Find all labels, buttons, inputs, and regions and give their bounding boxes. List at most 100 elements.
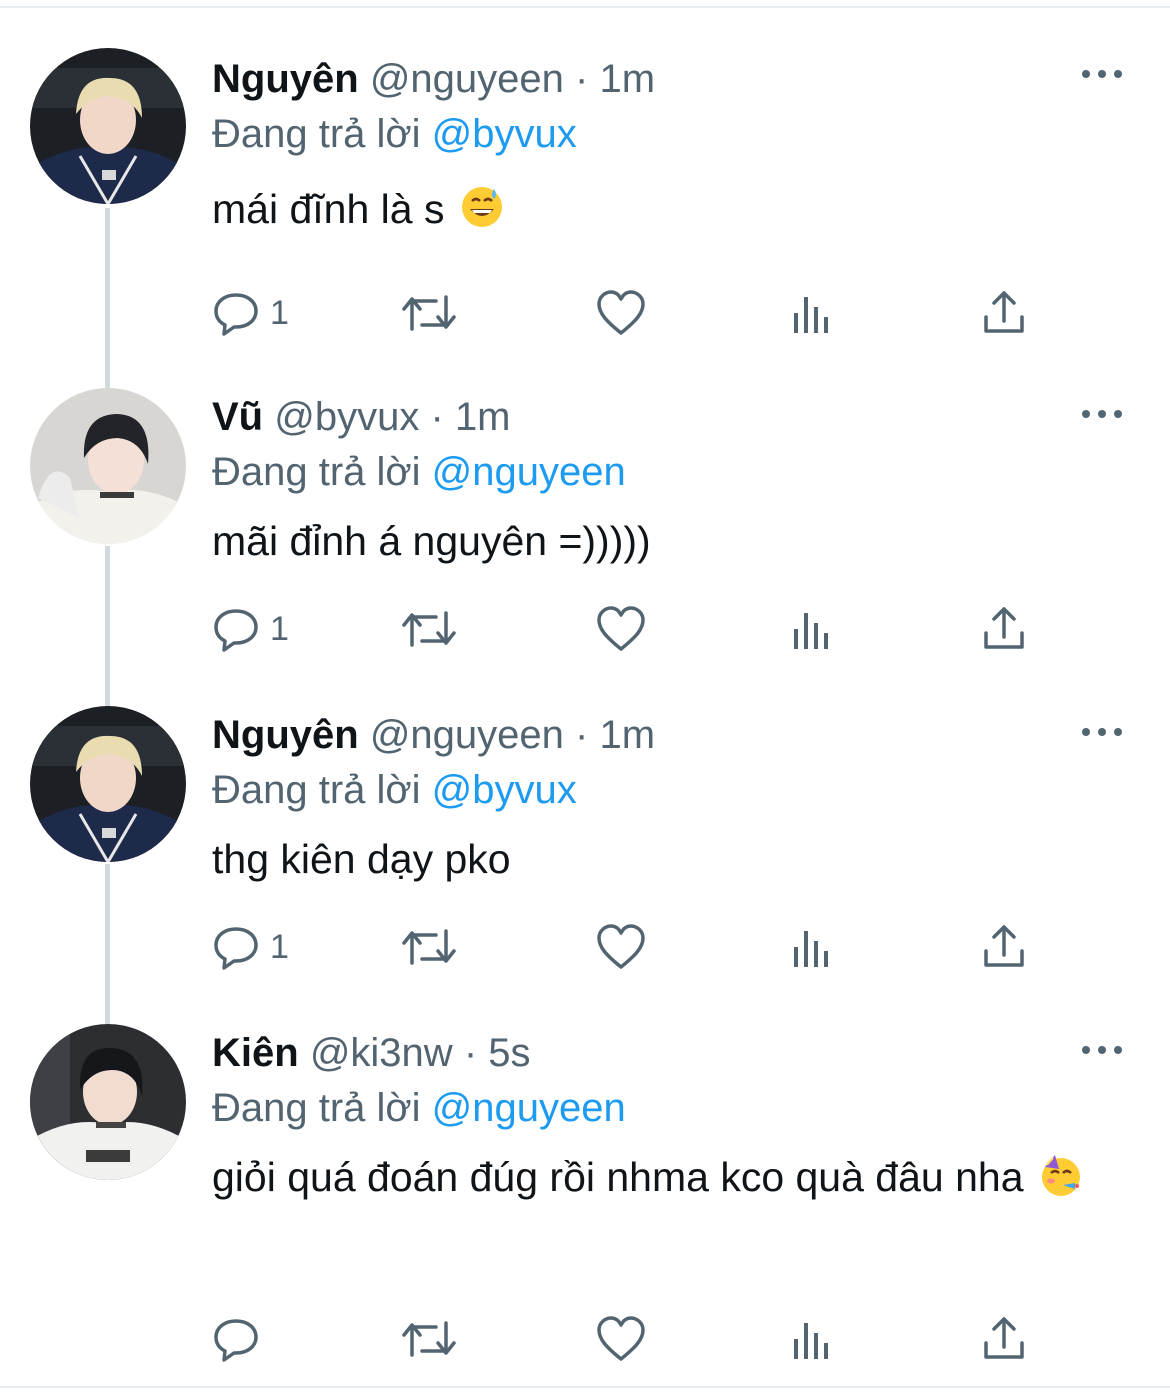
tweet-text: mái đĩnh là s (212, 176, 1110, 242)
retweet-button[interactable] (400, 288, 458, 338)
retweet-button[interactable] (400, 604, 458, 654)
display-name[interactable]: Nguyên (212, 713, 359, 757)
handle[interactable]: @nguyeen (370, 57, 564, 101)
heart-icon (597, 290, 645, 335)
more-options-icon[interactable] (1082, 404, 1122, 424)
timestamp[interactable]: 1m (599, 57, 655, 101)
reply-mention-link[interactable]: @byvux (432, 112, 577, 156)
heart-icon (597, 1316, 645, 1361)
handle[interactable]: @ki3nw (310, 1031, 453, 1075)
tweet-text-content: thg kiên dạy pko (212, 836, 511, 882)
separator-dot: · (575, 713, 589, 757)
separator-dot: · (575, 57, 589, 101)
retweet-icon (402, 929, 456, 965)
tweet-text: mãi đỉnh á nguyên =))))) (212, 508, 1110, 574)
replying-to-label: Đang trả lời (212, 450, 421, 494)
share-button[interactable] (982, 288, 1026, 338)
reply-count: 1 (270, 609, 289, 648)
analytics-button[interactable] (792, 1314, 832, 1364)
reply-count: 1 (270, 927, 289, 966)
share-icon (984, 291, 1024, 333)
tweet-actions: 1 (212, 288, 1042, 338)
like-button[interactable] (596, 604, 646, 654)
replying-to-label: Đang trả lời (212, 768, 421, 812)
tweet-text: thg kiên dạy pko (212, 826, 1110, 892)
replying-to: Đang trả lời @nguyeen (212, 1080, 1110, 1136)
partying-face-icon (1039, 1150, 1083, 1196)
bottom-divider (0, 1386, 1170, 1388)
replying-to-label: Đang trả lời (212, 1086, 421, 1130)
analytics-button[interactable] (792, 922, 832, 972)
avatar[interactable] (30, 388, 186, 544)
replying-to-label: Đang trả lời (212, 112, 421, 156)
tweet-text-content: mãi đỉnh á nguyên =))))) (212, 518, 651, 564)
replying-to: Đang trả lời @nguyeen (212, 444, 1110, 500)
analytics-icon (794, 931, 828, 967)
analytics-icon (794, 613, 828, 649)
separator-dot: · (430, 395, 444, 439)
display-name[interactable]: Kiên (212, 1031, 299, 1075)
tweet-actions: 1 (212, 922, 1042, 972)
tweet-header: Nguyên @nguyeen · 1m (212, 708, 1110, 762)
avatar[interactable] (30, 706, 186, 862)
tweet[interactable]: Vũ @byvux · 1m Đang trả lời @nguyeen mãi… (0, 360, 1170, 678)
handle[interactable]: @nguyeen (370, 713, 564, 757)
share-button[interactable] (982, 1314, 1026, 1364)
more-options-icon[interactable] (1082, 64, 1122, 84)
share-icon (984, 607, 1024, 649)
analytics-icon (794, 297, 828, 333)
retweet-icon (402, 295, 456, 331)
share-button[interactable] (982, 922, 1026, 972)
tweet-header: Nguyên @nguyeen · 1m (212, 52, 1110, 106)
replying-to: Đang trả lời @byvux (212, 106, 1110, 162)
reply-button[interactable]: 1 (212, 922, 289, 972)
timestamp[interactable]: 1m (599, 713, 655, 757)
tweet-text-content: giỏi quá đoán đúg rồi nhma kco quà đâu n… (212, 1154, 1024, 1200)
tweet-text-content: mái đĩnh là s (212, 186, 445, 232)
retweet-button[interactable] (400, 1314, 458, 1364)
heart-icon (597, 606, 645, 651)
tweet-header: Kiên @ki3nw · 5s (212, 1026, 1110, 1080)
timestamp[interactable]: 1m (455, 395, 511, 439)
reply-count: 1 (270, 293, 289, 332)
tweet-actions: 1 (212, 604, 1042, 654)
reply-mention-link[interactable]: @nguyeen (432, 1086, 626, 1130)
display-name[interactable]: Nguyên (212, 57, 359, 101)
reply-icon (214, 293, 258, 336)
avatar[interactable] (30, 48, 186, 204)
more-options-icon[interactable] (1082, 1040, 1122, 1060)
share-button[interactable] (982, 604, 1026, 654)
retweet-icon (402, 611, 456, 647)
avatar[interactable] (30, 1024, 186, 1180)
heart-icon (597, 924, 645, 969)
like-button[interactable] (596, 922, 646, 972)
analytics-button[interactable] (792, 604, 832, 654)
retweet-icon (402, 1321, 456, 1357)
display-name[interactable]: Vũ (212, 395, 263, 439)
separator-dot: · (463, 1031, 478, 1075)
reply-icon (214, 1319, 258, 1362)
like-button[interactable] (596, 1314, 646, 1364)
timestamp[interactable]: 5s (488, 1031, 530, 1075)
reply-button[interactable]: 1 (212, 288, 289, 338)
reply-icon (214, 609, 258, 652)
reply-button[interactable] (212, 1314, 270, 1364)
analytics-button[interactable] (792, 288, 832, 338)
share-icon (984, 925, 1024, 967)
tweet[interactable]: Nguyên @nguyeen · 1m Đang trả lời @byvux… (0, 0, 1170, 360)
tweet[interactable]: Nguyên @nguyeen · 1m Đang trả lời @byvux… (0, 678, 1170, 996)
tweet-text: giỏi quá đoán đúg rồi nhma kco quà đâu n… (212, 1144, 1092, 1210)
tweet-header: Vũ @byvux · 1m (212, 390, 1110, 444)
handle[interactable]: @byvux (274, 395, 419, 439)
reply-icon (214, 927, 258, 970)
more-options-icon[interactable] (1082, 722, 1122, 742)
tweet[interactable]: Kiên @ki3nw · 5s Đang trả lời @nguyeen g… (0, 996, 1170, 1386)
replying-to: Đang trả lời @byvux (212, 762, 1110, 818)
retweet-button[interactable] (400, 922, 458, 972)
grinning-face-with-sweat-icon (460, 182, 504, 227)
reply-mention-link[interactable]: @byvux (432, 768, 577, 812)
analytics-icon (794, 1323, 828, 1359)
reply-button[interactable]: 1 (212, 604, 289, 654)
like-button[interactable] (596, 288, 646, 338)
reply-mention-link[interactable]: @nguyeen (432, 450, 626, 494)
